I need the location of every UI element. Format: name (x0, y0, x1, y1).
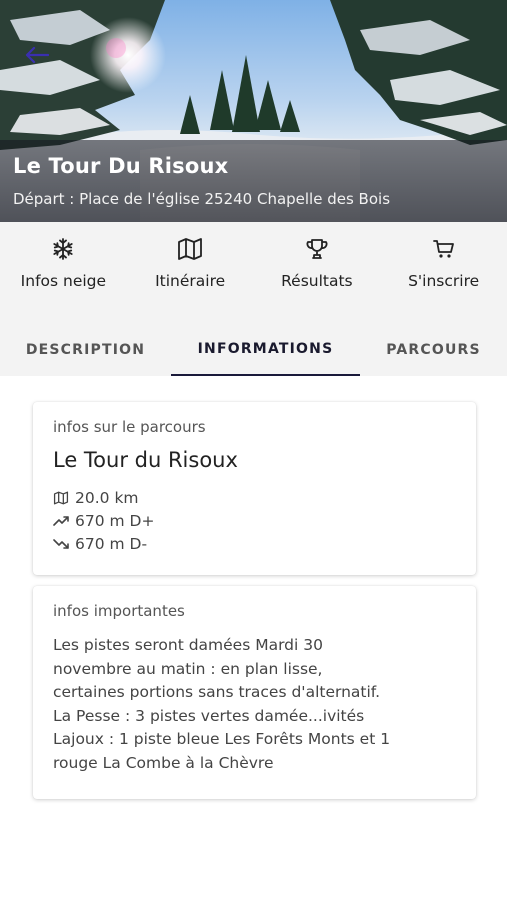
distance-stat: 20.0 km (53, 486, 456, 509)
info-line: Lajoux : 1 piste bleue Les Forêts Monts … (53, 730, 391, 748)
tab-bar: DESCRIPTION INFORMATIONS PARCOURS (0, 324, 507, 376)
trophy-icon (306, 239, 328, 259)
info-line: novembre au matin : en plan lisse, (53, 659, 323, 678)
action-label: Résultats (281, 272, 353, 290)
distance-value: 20.0 km (75, 488, 139, 507)
start-location: Départ : Place de l'église 25240 Chapell… (13, 190, 391, 208)
action-bar: Infos neige Itinéraire Résultats S'inscr… (0, 222, 507, 324)
trending-down-icon (53, 538, 69, 549)
action-label: Itinéraire (155, 272, 226, 290)
map-icon (178, 238, 203, 260)
event-title: Le Tour Du Risoux (13, 154, 229, 178)
action-label: Infos neige (20, 272, 107, 290)
card-caption: infos importantes (53, 602, 185, 620)
map-icon (53, 491, 69, 504)
header-banner: Le Tour Du Risoux Départ : Place de l'ég… (0, 0, 507, 222)
course-stats: 20.0 km 670 m D+ 670 m D- (53, 486, 456, 555)
card-caption: infos sur le parcours (53, 418, 206, 436)
arrow-left-icon (25, 46, 49, 64)
elevation-loss-value: 670 m D- (75, 534, 148, 553)
course-name: Le Tour du Risoux (53, 448, 238, 472)
info-line: Les pistes seront damées Mardi 30 (53, 636, 323, 654)
back-button[interactable] (20, 40, 54, 70)
elevation-gain-value: 670 m D+ (75, 511, 155, 530)
tab-description[interactable]: DESCRIPTION (8, 324, 163, 376)
action-label: S'inscrire (408, 272, 480, 290)
tab-parcours[interactable]: PARCOURS (368, 324, 499, 376)
cart-icon (432, 240, 454, 258)
snow-info-button[interactable]: Infos neige (0, 222, 127, 324)
snowflake-icon (53, 238, 73, 260)
tab-informations[interactable]: INFORMATIONS (171, 324, 360, 376)
itinerary-button[interactable]: Itinéraire (127, 222, 254, 324)
elevation-loss-stat: 670 m D- (53, 532, 456, 555)
info-line: certaines portions sans traces d'alterna… (53, 683, 381, 701)
info-line: rouge La Combe à la Chèvre (53, 753, 274, 772)
results-button[interactable]: Résultats (254, 222, 381, 324)
title-overlay (0, 140, 507, 222)
register-button[interactable]: S'inscrire (380, 222, 507, 324)
trending-up-icon (53, 515, 69, 526)
important-info-text: Les pistes seront damées Mardi 30 novemb… (53, 634, 458, 775)
course-info-card: infos sur le parcours Le Tour du Risoux … (33, 402, 476, 575)
info-line: La Pesse : 3 pistes vertes damée...ivité… (53, 706, 365, 725)
important-info-card: infos importantes Les pistes seront damé… (33, 586, 476, 799)
elevation-gain-stat: 670 m D+ (53, 509, 456, 532)
